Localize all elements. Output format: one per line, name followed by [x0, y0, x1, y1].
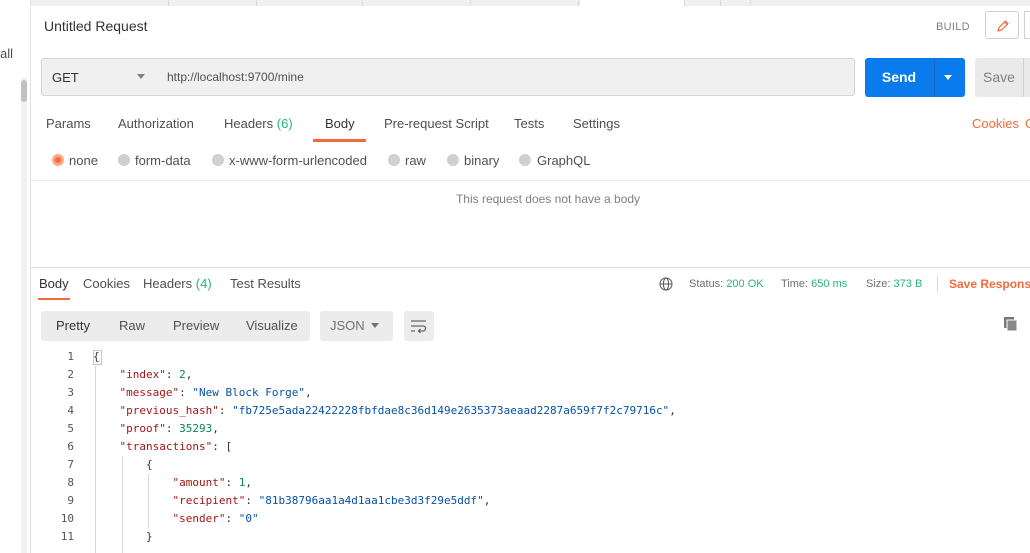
save-divider: [1023, 58, 1024, 97]
tab-headers[interactable]: Headers (6): [224, 116, 293, 131]
code-text[interactable]: "index": 2,: [93, 368, 193, 381]
size-readout: Size: 373 B: [866, 278, 922, 290]
tab-settings[interactable]: Settings: [573, 116, 620, 131]
code-text[interactable]: "amount": 1,: [93, 476, 251, 489]
line-number: 1: [67, 350, 74, 363]
view-raw-button[interactable]: Raw: [119, 318, 145, 333]
line-number: 6: [67, 440, 74, 453]
response-tab-body[interactable]: Body: [39, 276, 69, 291]
radio-form-data[interactable]: [118, 154, 130, 166]
active-tab-indicator: [313, 139, 366, 142]
response-active-tab-indicator: [38, 298, 70, 300]
radio-label-binary[interactable]: binary: [464, 153, 499, 168]
no-body-message: This request does not have a body: [455, 192, 641, 206]
save-response-button[interactable]: Save Response: [949, 277, 1030, 291]
line-number: 9: [67, 494, 74, 507]
pane-divider[interactable]: [31, 267, 1030, 268]
response-tab-headers-label: Headers: [143, 276, 193, 291]
tab-body[interactable]: Body: [325, 116, 355, 131]
code-text[interactable]: "previous_hash": "fb725e5ada22422228fbfd…: [93, 404, 676, 417]
code-text[interactable]: "message": "New Block Forge",: [93, 386, 312, 399]
code-text[interactable]: {: [93, 350, 100, 363]
time-value[interactable]: 650 ms: [811, 278, 847, 290]
status-value[interactable]: 200 OK: [726, 278, 763, 290]
radio-graphql[interactable]: [519, 154, 531, 166]
edit-button[interactable]: [985, 11, 1019, 39]
radio-label-none[interactable]: none: [69, 153, 98, 168]
code-text[interactable]: "proof": 35293,: [93, 422, 219, 435]
radio-raw[interactable]: [388, 154, 400, 166]
response-tab-cookies[interactable]: Cookies: [83, 276, 130, 291]
time-readout: Time: 650 ms: [781, 278, 847, 290]
send-options-chevron-icon[interactable]: [944, 75, 952, 80]
view-pretty-button[interactable]: Pretty: [56, 318, 90, 333]
radio-none[interactable]: [52, 154, 64, 166]
response-tab-headers[interactable]: Headers (4): [143, 276, 212, 291]
tab-pre-request-script[interactable]: Pre-request Script: [384, 116, 489, 131]
radio-binary[interactable]: [447, 154, 459, 166]
line-number: 7: [67, 458, 74, 471]
line-number: 3: [67, 386, 74, 399]
meta-divider: [937, 275, 938, 293]
view-preview-button[interactable]: Preview: [173, 318, 219, 333]
radio-label-urlencoded[interactable]: x-www-form-urlencoded: [229, 153, 367, 168]
sidebar-partial-text[interactable]: all: [0, 46, 13, 61]
tab-tests[interactable]: Tests: [514, 116, 544, 131]
build-label: BUILD: [936, 21, 970, 33]
code-text[interactable]: }: [93, 530, 153, 543]
method-label: GET: [52, 70, 79, 85]
time-label: Time:: [781, 278, 809, 290]
wrap-lines-button[interactable]: [404, 311, 434, 341]
response-tab-headers-count: (4): [195, 276, 212, 291]
code-link-partial[interactable]: C: [1025, 116, 1030, 131]
sidebar-scrollbar[interactable]: [21, 78, 27, 553]
code-text[interactable]: "sender": "0": [93, 512, 258, 525]
view-visualize-button[interactable]: Visualize: [246, 318, 298, 333]
line-number: 4: [67, 404, 74, 417]
cookies-link[interactable]: Cookies: [972, 116, 1019, 131]
comments-button[interactable]: [1024, 11, 1030, 39]
code-text[interactable]: {: [93, 458, 153, 471]
url-value[interactable]: http://localhost:9700/mine: [167, 70, 304, 84]
sidebar-scrollbar-thumb[interactable]: [21, 80, 27, 102]
globe-icon[interactable]: [659, 277, 673, 291]
radio-urlencoded[interactable]: [212, 154, 224, 166]
tab-headers-label: Headers: [224, 116, 274, 131]
radio-label-form-data[interactable]: form-data: [135, 153, 191, 168]
save-label[interactable]: Save: [983, 69, 1015, 85]
size-value[interactable]: 373 B: [894, 278, 923, 290]
size-label: Size:: [866, 278, 891, 290]
line-number: 2: [67, 368, 74, 381]
active-request-tab[interactable]: [580, 0, 684, 6]
line-number: 10: [60, 512, 74, 525]
status-readout: Status: 200 OK: [689, 278, 764, 290]
code-text[interactable]: "transactions": [: [93, 440, 233, 453]
chevron-down-icon: [371, 323, 379, 328]
send-divider: [934, 58, 935, 97]
request-tab-strip[interactable]: [31, 0, 1030, 6]
radio-label-graphql[interactable]: GraphQL: [537, 153, 590, 168]
tab-authorization[interactable]: Authorization: [118, 116, 194, 131]
pencil-icon: [997, 20, 1009, 32]
copy-icon[interactable]: [1003, 316, 1019, 332]
send-label[interactable]: Send: [881, 69, 917, 85]
wrap-lines-icon: [411, 320, 427, 333]
line-number: 11: [60, 530, 74, 543]
code-text[interactable]: "recipient": "81b38796aa1a4d1aa1cbe3d3f2…: [93, 494, 490, 507]
line-number: 5: [67, 422, 74, 435]
format-label: JSON: [330, 318, 365, 333]
response-tab-test-results[interactable]: Test Results: [230, 276, 301, 291]
request-title[interactable]: Untitled Request: [44, 18, 148, 34]
line-number: 8: [67, 476, 74, 489]
radio-label-raw[interactable]: raw: [405, 153, 426, 168]
tab-params[interactable]: Params: [46, 116, 91, 131]
tab-headers-count: (6): [276, 116, 293, 131]
chevron-down-icon: [137, 74, 145, 79]
divider: [31, 180, 1030, 181]
response-body-editor[interactable]: 1 {2 "index": 2, 3 "message": "New Block F…: [41, 348, 1030, 553]
status-label: Status:: [689, 278, 724, 290]
